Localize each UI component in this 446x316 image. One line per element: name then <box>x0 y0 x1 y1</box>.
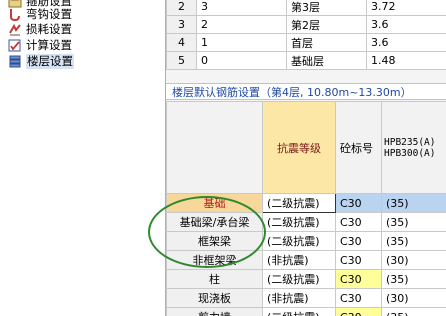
seismic-cell[interactable]: (非抗震) <box>262 250 336 270</box>
sidebar-item-label: 计算设置 <box>26 38 72 52</box>
sidebar-item-label: 楼层设置 <box>26 54 74 69</box>
sidebar-item-label: 损耗设置 <box>26 22 72 36</box>
row-index: 5 <box>166 51 197 70</box>
floors-icon <box>8 55 22 68</box>
table-row[interactable]: 现浇板 (非抗震) C30 (30) <box>166 288 446 308</box>
table-row[interactable]: 5 0 基础层 1.48 <box>166 51 446 70</box>
table-row[interactable]: 基础梁/承台梁 (二级抗震) C30 (35) <box>166 212 446 232</box>
seismic-cell[interactable]: (二级抗震) <box>262 269 336 289</box>
row-label: 非框架梁 <box>166 250 263 270</box>
floor-code-cell[interactable]: 3 <box>196 0 287 16</box>
value-cell[interactable]: (35) <box>381 231 446 251</box>
table-row[interactable]: 框架梁 (二级抗震) C30 (35) <box>166 231 446 251</box>
floor-name-cell[interactable]: 第3层 <box>286 0 367 16</box>
row-label: 基础梁/承台梁 <box>166 212 263 232</box>
main-panel: 2 3 第3层 3.72 3 2 第2层 3.6 4 1 首层 3.6 5 0 … <box>166 0 446 316</box>
concrete-cell[interactable]: C30 <box>335 288 382 308</box>
row-label: 现浇板 <box>166 288 263 308</box>
value-cell[interactable]: (35) <box>381 193 446 213</box>
table-row[interactable]: 柱 (二级抗震) C30 (35) <box>166 269 446 289</box>
table-row[interactable]: 基础 (二级抗震) C30 (35) <box>166 193 446 213</box>
table-row[interactable]: 2 3 第3层 3.72 <box>166 0 446 16</box>
floor-name-cell[interactable]: 基础层 <box>286 51 367 70</box>
sidebar-item-floors[interactable]: 楼层设置 <box>8 54 74 69</box>
row-label: 基础 <box>166 193 263 213</box>
sidebar-item-calc[interactable]: 计算设置 <box>8 38 72 53</box>
floor-name-cell[interactable]: 首层 <box>286 33 367 52</box>
concrete-cell[interactable]: C30 <box>335 193 382 213</box>
floor-code-cell[interactable]: 0 <box>196 51 287 70</box>
header-seismic-grade: 抗震等级 <box>262 101 336 194</box>
floor-name-cell[interactable]: 第2层 <box>286 15 367 34</box>
floor-height-cell[interactable]: 3.72 <box>366 0 446 16</box>
floor-height-cell[interactable]: 1.48 <box>366 51 446 70</box>
table-row[interactable]: 4 1 首层 3.6 <box>166 33 446 52</box>
seismic-cell[interactable]: (二级抗震) <box>262 231 336 251</box>
value-cell[interactable]: (35) <box>381 307 446 316</box>
value-cell[interactable]: (35) <box>381 269 446 289</box>
floor-code-cell[interactable]: 1 <box>196 33 287 52</box>
sidebar-item-label: 弯钩设置 <box>26 7 72 21</box>
seismic-cell[interactable]: (二级抗震) <box>262 307 336 316</box>
floor-code-cell[interactable]: 2 <box>196 15 287 34</box>
value-cell[interactable]: (30) <box>381 250 446 270</box>
value-cell[interactable]: (30) <box>381 288 446 308</box>
row-label: 剪力墙 <box>166 307 263 316</box>
concrete-cell[interactable]: C30 <box>335 212 382 232</box>
sidebar-item-hook[interactable]: 弯钩设置 <box>8 7 72 22</box>
table-row[interactable]: 3 2 第2层 3.6 <box>166 15 446 34</box>
header-steel-line1: HPB235(A) <box>384 136 436 148</box>
header-steel-grade: HPB235(A) HPB300(A) <box>381 101 446 194</box>
section-title: 楼层默认钢筋设置（第4层, 10.80m~13.30m） <box>166 83 446 100</box>
loss-icon <box>8 23 22 36</box>
calc-icon <box>8 39 22 52</box>
seismic-cell[interactable]: (非抗震) <box>262 288 336 308</box>
row-index: 2 <box>166 0 197 16</box>
settings-sidebar: 箍筋设置 弯钩设置 损耗设置 计算设置 楼层设置 <box>0 0 166 316</box>
floor-table: 2 3 第3层 3.72 3 2 第2层 3.6 4 1 首层 3.6 5 0 … <box>166 0 446 70</box>
row-label: 框架梁 <box>166 231 263 251</box>
header-concrete-grade: 砼标号 <box>335 101 382 194</box>
header-steel-line2: HPB300(A) <box>384 147 436 159</box>
concrete-cell[interactable]: C30 <box>335 250 382 270</box>
seismic-cell[interactable]: (二级抗震) <box>262 193 336 213</box>
row-index: 4 <box>166 33 197 52</box>
value-cell[interactable]: (35) <box>381 212 446 232</box>
hook-icon <box>8 8 22 22</box>
concrete-cell[interactable]: C30 <box>335 269 382 289</box>
rebar-settings-table: 抗震等级 砼标号 HPB235(A) HPB300(A) 基础 (二级抗震) C… <box>166 101 446 316</box>
floor-height-cell[interactable]: 3.6 <box>366 15 446 34</box>
floor-height-cell[interactable]: 3.6 <box>366 33 446 52</box>
row-label: 柱 <box>166 269 263 289</box>
table-row[interactable]: 剪力墙 (二级抗震) C30 (35) <box>166 307 446 316</box>
header-blank <box>166 101 263 194</box>
seismic-cell[interactable]: (二级抗震) <box>262 212 336 232</box>
concrete-cell[interactable]: C30 <box>335 231 382 251</box>
concrete-cell[interactable]: C30 <box>335 307 382 316</box>
table-header-row: 抗震等级 砼标号 HPB235(A) HPB300(A) <box>166 101 446 194</box>
row-index: 3 <box>166 15 197 34</box>
table-row[interactable]: 非框架梁 (非抗震) C30 (30) <box>166 250 446 270</box>
sidebar-item-loss[interactable]: 损耗设置 <box>8 22 72 37</box>
